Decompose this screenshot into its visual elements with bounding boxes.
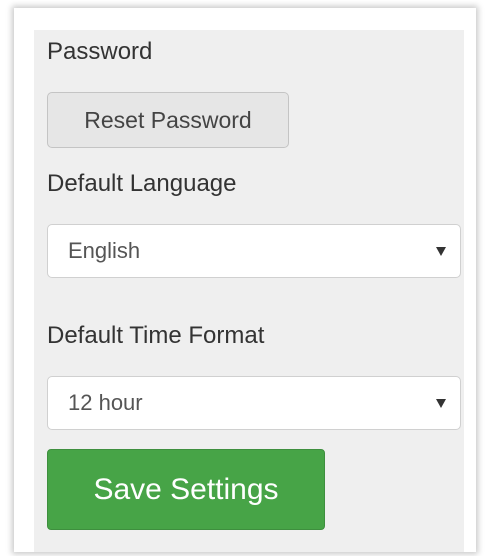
default-language-label: Default Language [47,170,237,197]
time-format-select-value: 12 hour [68,390,143,415]
reset-password-button[interactable]: Reset Password [47,92,289,148]
caret-down-icon [436,247,446,256]
save-settings-button[interactable]: Save Settings [47,449,325,530]
default-time-format-label: Default Time Format [47,322,265,349]
language-select-value: English [68,238,141,263]
password-label: Password [47,38,153,65]
caret-down-icon [436,399,446,408]
language-select[interactable]: English [47,224,461,278]
time-format-select[interactable]: 12 hour [47,376,461,430]
